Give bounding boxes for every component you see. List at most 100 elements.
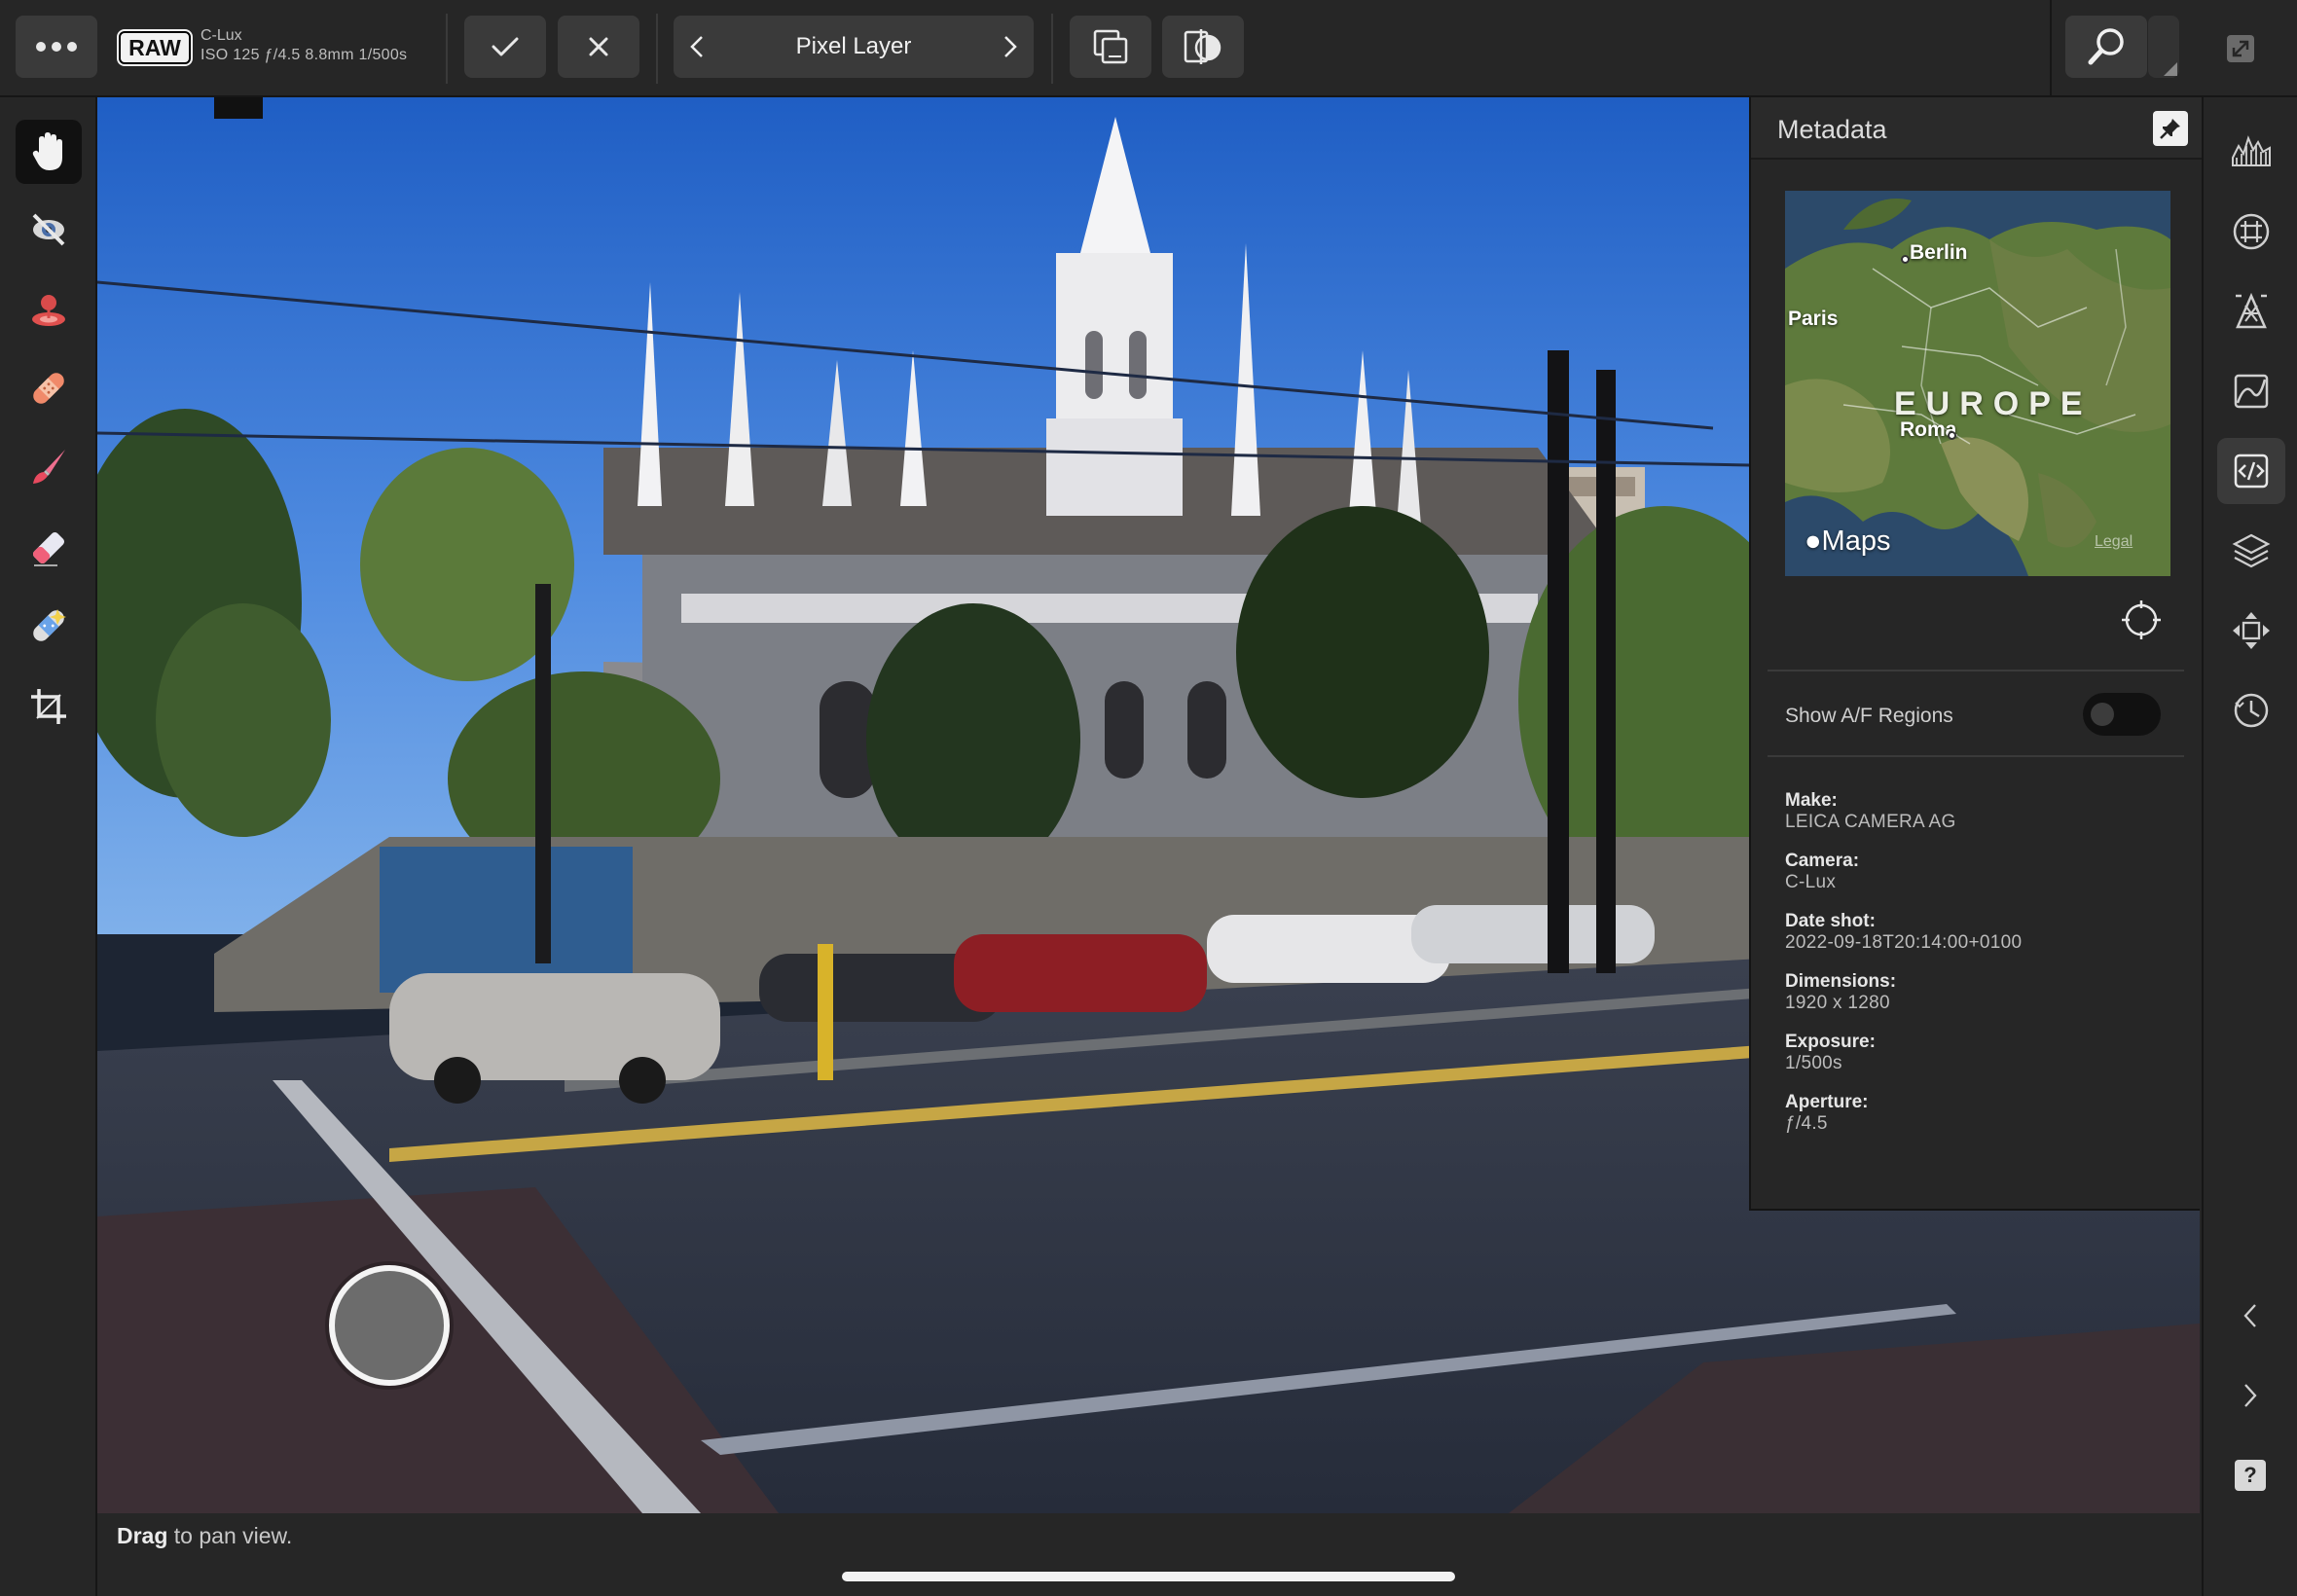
more-dots-icon <box>36 42 77 52</box>
hint-text: to pan view. <box>167 1523 293 1548</box>
divider <box>1768 755 2184 757</box>
histogram-icon <box>2232 135 2271 166</box>
bandage-icon <box>33 373 64 404</box>
field-value: ƒ/4.5 <box>1785 1113 1828 1134</box>
divider <box>2050 0 2052 97</box>
before-after-icon <box>1184 29 1221 64</box>
metadata-studio-button[interactable] <box>2217 438 2285 504</box>
curves-icon <box>2234 374 2269 409</box>
erase-tool-button[interactable] <box>16 516 82 580</box>
clipping-icon <box>2236 292 2267 329</box>
left-toolbar <box>0 97 97 1596</box>
inpaint-icon <box>33 609 66 641</box>
pan-joystick[interactable] <box>329 1265 450 1386</box>
metadata-row-aperture: Aperture: ƒ/4.5 <box>1785 1092 2022 1135</box>
histogram-studio-button[interactable] <box>2217 117 2285 183</box>
satellite-map <box>1785 191 2170 576</box>
overlay-button[interactable] <box>1070 16 1151 78</box>
home-indicator[interactable] <box>842 1572 1455 1581</box>
pin-icon <box>2160 119 2180 139</box>
locate-button[interactable] <box>2119 598 2164 642</box>
map-dot <box>1948 431 1956 440</box>
status-bar: Drag to pan view. <box>97 1513 2200 1596</box>
map-legal-link[interactable]: Legal <box>2095 533 2133 551</box>
collapse-panel-button[interactable] <box>2231 1296 2270 1335</box>
help-icon: ? <box>2243 1463 2257 1487</box>
maps-logo: ●Maps <box>1805 526 1890 558</box>
maps-provider: Maps <box>1821 526 1891 557</box>
crop-tool-button[interactable] <box>16 674 82 739</box>
af-regions-toggle[interactable] <box>2083 693 2161 736</box>
layers-icon <box>2232 533 2271 568</box>
clipping-studio-button[interactable] <box>2217 278 2285 345</box>
crop-icon <box>31 689 66 724</box>
field-key: Make: <box>1785 790 1838 811</box>
transform-studio-button[interactable] <box>2217 598 2285 664</box>
curves-studio-button[interactable] <box>2217 358 2285 424</box>
divider <box>1051 14 1053 84</box>
fullscreen-icon <box>2227 35 2254 62</box>
cancel-button[interactable] <box>558 16 639 78</box>
field-key: Aperture: <box>1785 1092 1869 1112</box>
top-toolbar: RAW C-Lux ISO 125 ƒ/4.5 8.8mm 1/500s Pix… <box>0 0 2297 97</box>
expand-panel-button[interactable] <box>2231 1376 2270 1415</box>
zoom-icon <box>2088 28 2124 65</box>
field-value: LEICA CAMERA AG <box>1785 812 1956 832</box>
metadata-row-dimensions: Dimensions: 1920 x 1280 <box>1785 971 2022 1014</box>
layer-next-button[interactable] <box>989 16 1032 78</box>
pin-panel-button[interactable] <box>2153 111 2188 146</box>
metadata-fields: Make: LEICA CAMERA AG Camera: C-Lux Date… <box>1785 790 2022 1152</box>
layer-selector[interactable]: Pixel Layer <box>674 16 1034 78</box>
brush-tool-button[interactable] <box>16 435 82 499</box>
panel-header: Metadata <box>1751 97 2202 160</box>
navigator-studio-button[interactable] <box>2217 199 2285 265</box>
field-key: Date shot: <box>1785 911 1876 931</box>
zoom-button[interactable] <box>2065 16 2147 78</box>
red-eye-tool-button[interactable] <box>16 198 82 262</box>
divider <box>446 14 448 84</box>
layer-name: Pixel Layer <box>795 33 912 59</box>
location-map[interactable]: Berlin Paris EUROPE Roma ●Maps Legal <box>1785 191 2170 576</box>
move-icon <box>2233 612 2270 649</box>
field-value: 1/500s <box>1785 1053 1842 1073</box>
layers-studio-button[interactable] <box>2217 518 2285 584</box>
metadata-row-exposure: Exposure: 1/500s <box>1785 1032 2022 1074</box>
chevron-right-icon <box>1004 36 1017 57</box>
commit-button[interactable] <box>464 16 546 78</box>
fullscreen-button[interactable] <box>2221 29 2260 68</box>
field-value: 2022-09-18T20:14:00+0100 <box>1785 932 2023 953</box>
blemish-icon <box>32 295 65 326</box>
split-view-button[interactable] <box>1162 16 1244 78</box>
history-studio-button[interactable] <box>2217 677 2285 744</box>
brush-icon <box>33 450 65 484</box>
close-icon <box>589 37 608 56</box>
field-key: Exposure: <box>1785 1032 1876 1052</box>
help-button[interactable]: ? <box>2235 1460 2266 1491</box>
corner-triangle-icon <box>2164 62 2177 76</box>
field-key: Dimensions: <box>1785 971 1897 992</box>
toggle-knob <box>2091 703 2114 726</box>
zoom-dropdown[interactable] <box>2148 16 2179 78</box>
metadata-row-make: Make: LEICA CAMERA AG <box>1785 790 2022 833</box>
field-value: C-Lux <box>1785 872 1837 892</box>
exif-summary: ISO 125 ƒ/4.5 8.8mm 1/500s <box>201 47 408 63</box>
inpainting-tool-button[interactable] <box>16 594 82 658</box>
metadata-row-camera: Camera: C-Lux <box>1785 851 2022 893</box>
checkmark-icon <box>492 37 519 56</box>
history-icon <box>2234 693 2269 728</box>
map-city-paris: Paris <box>1788 308 1839 330</box>
more-menu-button[interactable] <box>16 16 97 78</box>
eye-strike-icon <box>32 213 65 246</box>
layer-prev-button[interactable] <box>675 16 718 78</box>
apple-logo-icon: ● <box>1805 526 1822 557</box>
eraser-icon <box>32 531 65 566</box>
divider <box>656 14 658 84</box>
metadata-code-icon <box>2234 453 2269 489</box>
healing-tool-button[interactable] <box>16 356 82 420</box>
crosshair-icon <box>2122 600 2161 639</box>
blemish-tool-button[interactable] <box>16 277 82 342</box>
af-regions-label: Show A/F Regions <box>1785 705 1953 727</box>
map-dot <box>1901 255 1910 264</box>
overlay-stack-icon <box>1093 29 1128 64</box>
view-tool-button[interactable] <box>16 120 82 184</box>
